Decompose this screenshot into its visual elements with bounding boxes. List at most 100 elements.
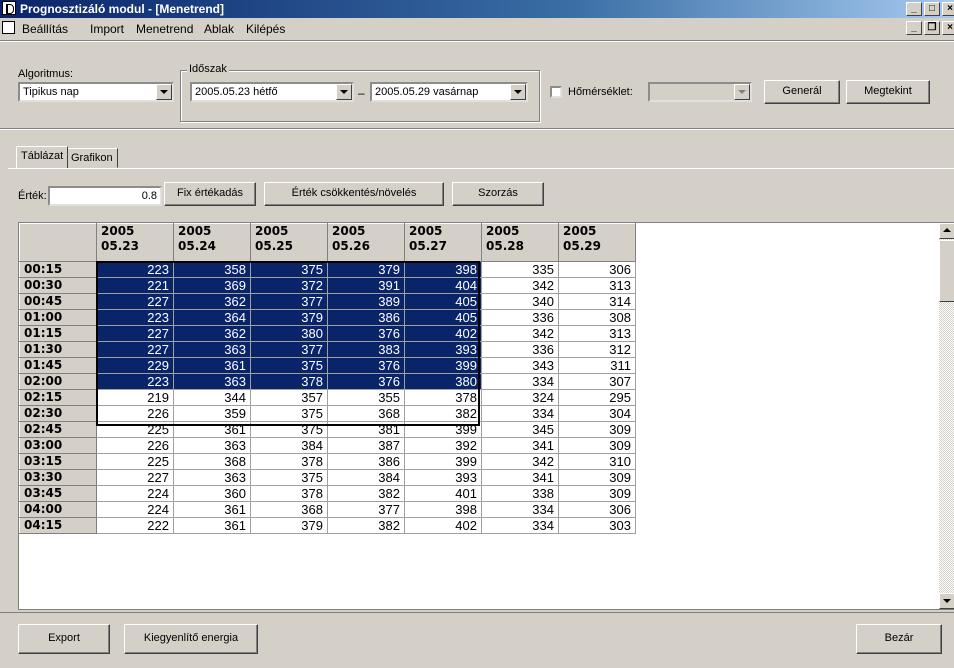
- table-cell[interactable]: 358: [173, 261, 251, 278]
- table-cell[interactable]: 224: [96, 485, 174, 502]
- table-cell[interactable]: 404: [404, 277, 482, 294]
- child-close-icon[interactable]: ×: [942, 21, 954, 35]
- table-cell[interactable]: 399: [404, 421, 482, 438]
- table-cell[interactable]: 304: [558, 405, 636, 422]
- table-cell[interactable]: 226: [96, 405, 174, 422]
- adjust-value-button[interactable]: Érték csökkentés/növelés: [264, 182, 444, 206]
- table-cell[interactable]: 314: [558, 293, 636, 310]
- table-cell[interactable]: 227: [96, 293, 174, 310]
- table-cell[interactable]: 309: [558, 485, 636, 502]
- value-input[interactable]: 0.8: [48, 186, 162, 206]
- table-cell[interactable]: 223: [96, 373, 174, 390]
- table-cell[interactable]: 295: [558, 389, 636, 406]
- temperature-select[interactable]: [648, 82, 752, 102]
- table-cell[interactable]: 360: [173, 485, 251, 502]
- menu-ablak[interactable]: Ablak: [204, 22, 234, 36]
- table-cell[interactable]: 375: [250, 405, 328, 422]
- table-cell[interactable]: 227: [96, 325, 174, 342]
- table-cell[interactable]: 227: [96, 469, 174, 486]
- row-header-time[interactable]: 02:45: [19, 421, 97, 438]
- table-cell[interactable]: 398: [404, 501, 482, 518]
- table-cell[interactable]: 227: [96, 341, 174, 358]
- vertical-scrollbar[interactable]: [939, 223, 954, 609]
- table-cell[interactable]: 380: [250, 325, 328, 342]
- row-header-time[interactable]: 01:45: [19, 357, 97, 374]
- algorithm-select[interactable]: Tipikus nap: [18, 82, 174, 102]
- table-cell[interactable]: 309: [558, 469, 636, 486]
- table-cell[interactable]: 341: [481, 469, 559, 486]
- table-cell[interactable]: 223: [96, 261, 174, 278]
- table-cell[interactable]: 225: [96, 421, 174, 438]
- table-cell[interactable]: 386: [327, 309, 405, 326]
- export-button[interactable]: Export: [18, 624, 110, 654]
- menu-beallitas[interactable]: Beállítás: [22, 22, 68, 36]
- table-cell[interactable]: 368: [327, 405, 405, 422]
- column-header[interactable]: 2005 05.28: [481, 223, 559, 262]
- table-cell[interactable]: 382: [404, 405, 482, 422]
- menu-import[interactable]: Import: [90, 22, 124, 36]
- table-cell[interactable]: 399: [404, 357, 482, 374]
- table-cell[interactable]: 376: [327, 373, 405, 390]
- menu-kilepes[interactable]: Kilépés: [246, 22, 285, 36]
- table-cell[interactable]: 361: [173, 421, 251, 438]
- table-cell[interactable]: 342: [481, 453, 559, 470]
- table-cell[interactable]: 359: [173, 405, 251, 422]
- scroll-down-icon[interactable]: [939, 593, 954, 609]
- table-cell[interactable]: 393: [404, 469, 482, 486]
- row-header-time[interactable]: 02:30: [19, 405, 97, 422]
- table-cell[interactable]: 334: [481, 405, 559, 422]
- table-cell[interactable]: 226: [96, 437, 174, 454]
- table-cell[interactable]: 342: [481, 325, 559, 342]
- table-cell[interactable]: 382: [327, 485, 405, 502]
- table-cell[interactable]: 384: [250, 437, 328, 454]
- table-cell[interactable]: 383: [327, 341, 405, 358]
- table-cell[interactable]: 313: [558, 325, 636, 342]
- period-to-select[interactable]: 2005.05.29 vasárnap: [370, 82, 528, 102]
- table-cell[interactable]: 306: [558, 261, 636, 278]
- table-cell[interactable]: 405: [404, 293, 482, 310]
- table-cell[interactable]: 369: [173, 277, 251, 294]
- row-header-time[interactable]: 03:30: [19, 469, 97, 486]
- column-header[interactable]: 2005 05.24: [173, 223, 251, 262]
- table-cell[interactable]: 335: [481, 261, 559, 278]
- table-cell[interactable]: 392: [404, 437, 482, 454]
- table-cell[interactable]: 376: [327, 357, 405, 374]
- table-cell[interactable]: 375: [250, 421, 328, 438]
- table-cell[interactable]: 221: [96, 277, 174, 294]
- table-cell[interactable]: 341: [481, 437, 559, 454]
- table-cell[interactable]: 355: [327, 389, 405, 406]
- table-cell[interactable]: 372: [250, 277, 328, 294]
- child-minimize-icon[interactable]: _: [906, 21, 922, 35]
- table-cell[interactable]: 386: [327, 453, 405, 470]
- temperature-checkbox[interactable]: [550, 86, 562, 98]
- table-cell[interactable]: 310: [558, 453, 636, 470]
- table-cell[interactable]: 376: [327, 325, 405, 342]
- row-header-time[interactable]: 03:45: [19, 485, 97, 502]
- menu-menetrend[interactable]: Menetrend: [136, 22, 193, 36]
- row-header-time[interactable]: 02:15: [19, 389, 97, 406]
- table-cell[interactable]: 334: [481, 517, 559, 534]
- table-cell[interactable]: 379: [250, 309, 328, 326]
- chevron-down-icon[interactable]: [156, 84, 172, 100]
- document-icon[interactable]: [2, 21, 15, 34]
- table-cell[interactable]: 336: [481, 341, 559, 358]
- table-cell[interactable]: 357: [250, 389, 328, 406]
- row-header-time[interactable]: 02:00: [19, 373, 97, 390]
- maximize-icon[interactable]: □: [924, 2, 940, 16]
- column-header[interactable]: 2005 05.23: [96, 223, 174, 262]
- table-cell[interactable]: 382: [327, 517, 405, 534]
- table-cell[interactable]: 381: [327, 421, 405, 438]
- table-cell[interactable]: 402: [404, 517, 482, 534]
- table-cell[interactable]: 375: [250, 357, 328, 374]
- table-cell[interactable]: 368: [250, 501, 328, 518]
- table-cell[interactable]: 375: [250, 261, 328, 278]
- table-cell[interactable]: 219: [96, 389, 174, 406]
- close-icon[interactable]: ×: [942, 2, 954, 16]
- table-cell[interactable]: 375: [250, 469, 328, 486]
- table-cell[interactable]: 222: [96, 517, 174, 534]
- table-cell[interactable]: 363: [173, 341, 251, 358]
- table-cell[interactable]: 224: [96, 501, 174, 518]
- table-cell[interactable]: 378: [250, 485, 328, 502]
- table-cell[interactable]: 312: [558, 341, 636, 358]
- table-cell[interactable]: 379: [250, 517, 328, 534]
